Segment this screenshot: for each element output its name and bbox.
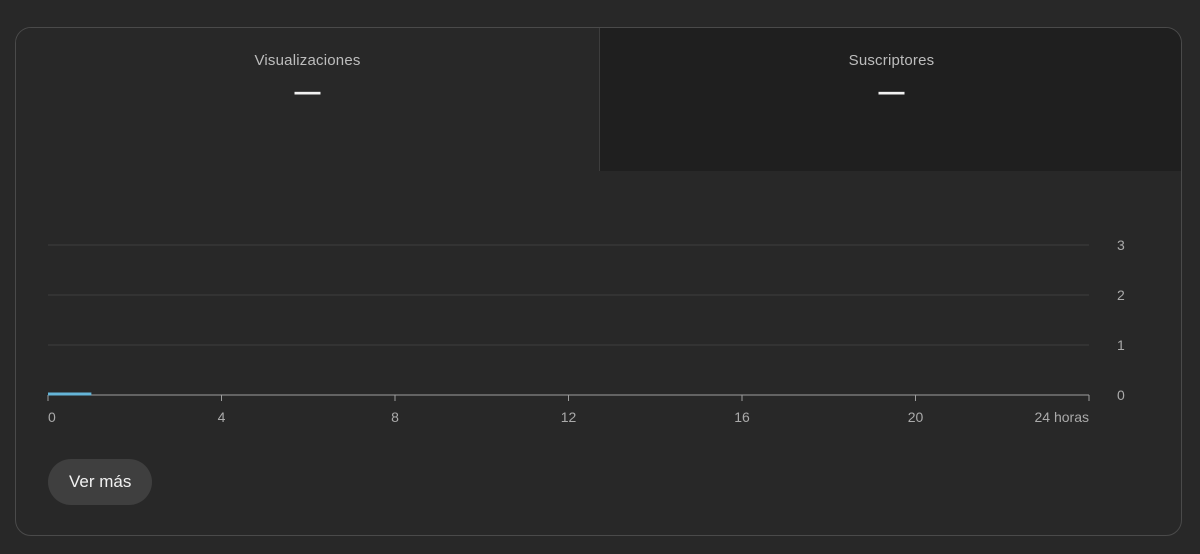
x-tick-label: 8 bbox=[391, 409, 399, 425]
x-tick-label: 12 bbox=[561, 409, 577, 425]
x-tick-label: 4 bbox=[218, 409, 226, 425]
x-tick-label: 20 bbox=[908, 409, 924, 425]
y-tick-label: 3 bbox=[1117, 237, 1125, 253]
y-tick-label: 1 bbox=[1117, 337, 1125, 353]
realtime-line-chart: 01230 4 8 12 16 20 24 horas bbox=[47, 237, 1125, 425]
y-tick-label: 2 bbox=[1117, 287, 1125, 303]
x-tick-label: 0 bbox=[48, 409, 56, 425]
analytics-card: Visualizaciones — Suscriptores — 0123048… bbox=[15, 27, 1182, 536]
x-tick-label: 16 bbox=[734, 409, 750, 425]
y-tick-label: 0 bbox=[1117, 387, 1125, 403]
see-more-button[interactable]: Ver más bbox=[48, 459, 153, 505]
x-tick-label: 24 horas bbox=[1035, 409, 1089, 425]
